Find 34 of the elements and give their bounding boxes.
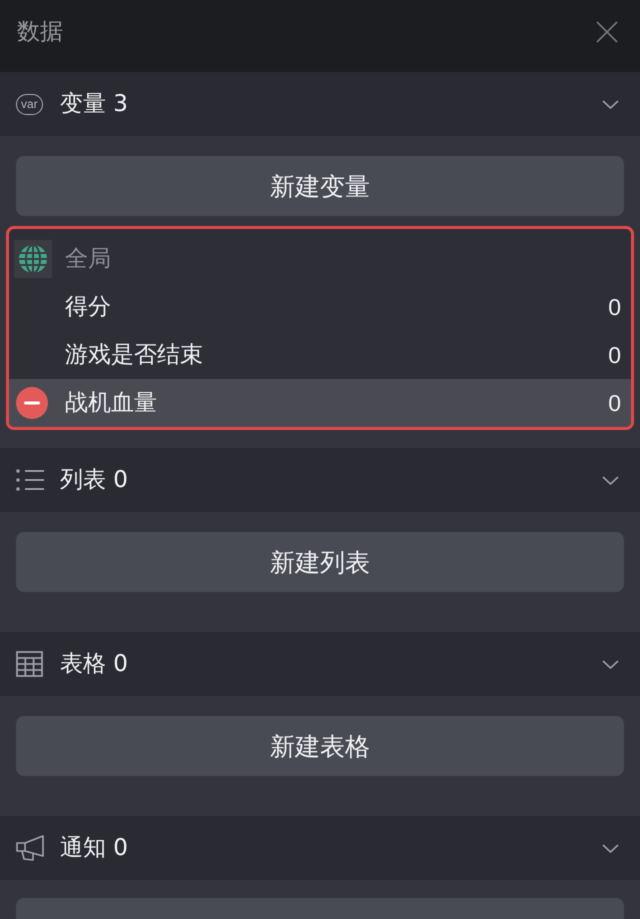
create-button[interactable]: 新建变量 [16,156,624,216]
variable-row[interactable]: 战机血量 0 [9,379,631,427]
variable-value: 0 [608,293,621,322]
chevron-down-icon[interactable] [602,844,619,852]
list-icon [16,468,45,492]
section-header[interactable]: 通知 0 [0,816,640,880]
create-button[interactable]: 新建列表 [16,532,624,592]
globe-icon [14,240,52,278]
variable-value: 0 [608,341,621,370]
create-button[interactable]: 新建表格 [16,716,624,776]
variable-row[interactable]: 得分 0 [9,283,631,331]
variable-row[interactable]: 游戏是否结束 0 [9,331,631,379]
variable-name: 得分 [65,293,111,322]
close-icon[interactable] [596,21,618,43]
section-header[interactable]: 列表 0 [0,448,640,512]
chevron-down-icon[interactable] [602,660,619,668]
section-title: 表格 0 [60,650,128,679]
chevron-down-icon[interactable] [602,100,619,108]
chevron-down-icon[interactable] [602,476,619,484]
section-header[interactable]: 表格 0 [0,632,640,696]
group-label: 全局 [65,245,111,274]
section-header[interactable]: var 变量 3 [0,72,640,136]
section-title: 变量 3 [60,90,128,119]
variable-name: 游戏是否结束 [65,341,203,370]
variable-value: 0 [608,389,621,418]
clipped-button[interactable] [16,898,624,919]
table-icon [16,651,43,677]
section-title: 通知 0 [60,834,128,863]
megaphone-icon [16,835,45,861]
variable-name: 战机血量 [65,389,157,418]
section-title: 列表 0 [60,466,128,495]
variable-badge: var [16,94,43,114]
panel-title: 数据 [17,18,63,47]
remove-icon[interactable] [16,387,48,419]
